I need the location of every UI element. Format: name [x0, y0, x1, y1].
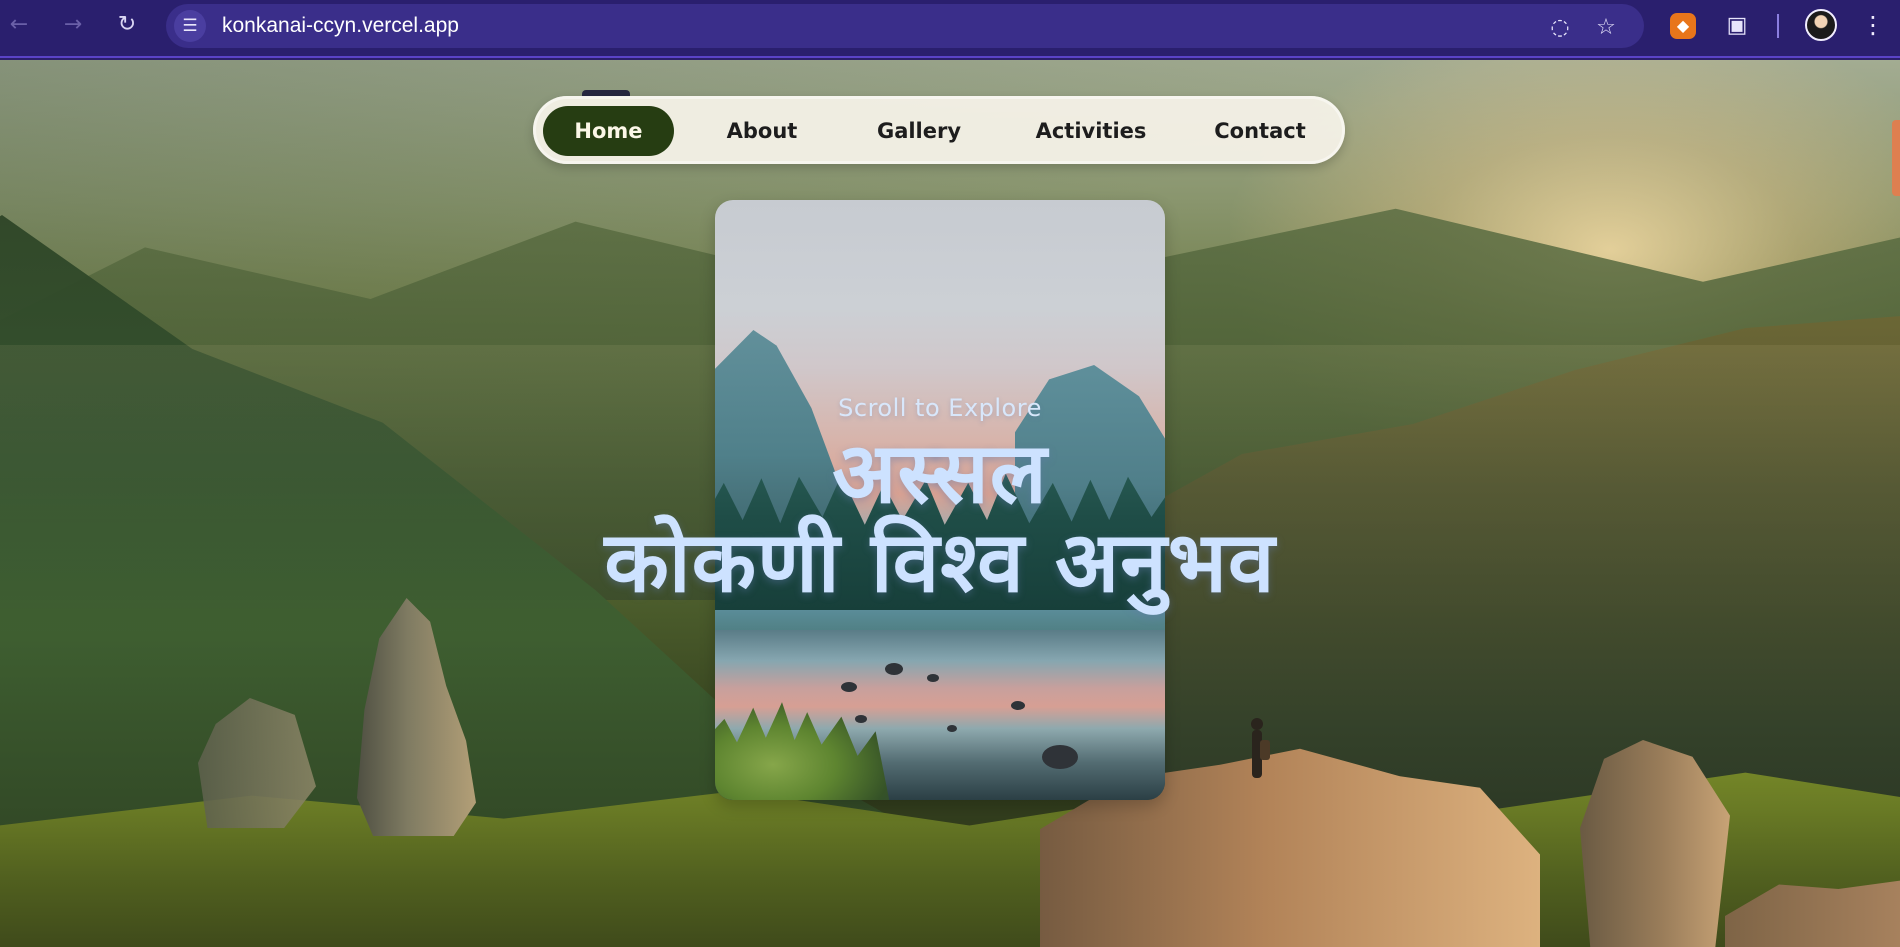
site-info-icon[interactable]: ☰ [174, 10, 206, 42]
river-stone [1042, 745, 1078, 769]
avatar[interactable] [1805, 9, 1837, 41]
forward-icon[interactable]: → [58, 10, 88, 40]
back-icon[interactable]: ← [4, 10, 34, 40]
nav-item-about[interactable]: About [699, 106, 825, 156]
puzzle-icon[interactable]: ▣ [1722, 11, 1752, 41]
star-icon[interactable]: ☆ [1592, 14, 1620, 42]
nav-item-contact[interactable]: Contact [1181, 106, 1339, 156]
nav-item-activities[interactable]: Activities [1003, 106, 1179, 156]
main-navigation: Home About Gallery Activities Contact [533, 96, 1345, 164]
nav-item-gallery[interactable]: Gallery [839, 106, 999, 156]
address-bar[interactable]: ☰ konkanai-ccyn.vercel.app ◌ ☆ [166, 4, 1644, 48]
more-vertical-icon[interactable]: ⋮ [1861, 8, 1885, 42]
eye-off-icon[interactable]: ◌ [1546, 14, 1574, 42]
fox-icon[interactable]: ◆ [1670, 13, 1696, 39]
url-text[interactable]: konkanai-ccyn.vercel.app [222, 14, 459, 38]
river-stone [885, 663, 903, 675]
browser-toolbar: ← → ↻ ☰ konkanai-ccyn.vercel.app ◌ ☆ ◆ ▣… [0, 0, 1900, 58]
river-stone [947, 725, 957, 732]
hiker-backpack [1260, 740, 1270, 760]
toolbar-divider [1777, 14, 1779, 38]
hero-page: Home About Gallery Activities Contact Sc… [0, 60, 1900, 947]
river-stone [841, 682, 857, 692]
nav-item-home[interactable]: Home [543, 106, 674, 156]
hero-title-line-2: कोकणी विश्व अनुभव [604, 513, 1276, 611]
scroll-indicator[interactable] [1892, 120, 1900, 196]
river-stone [855, 715, 867, 723]
river-stone [927, 674, 939, 682]
reload-icon[interactable]: ↻ [112, 10, 142, 40]
river-stone [1011, 701, 1025, 710]
